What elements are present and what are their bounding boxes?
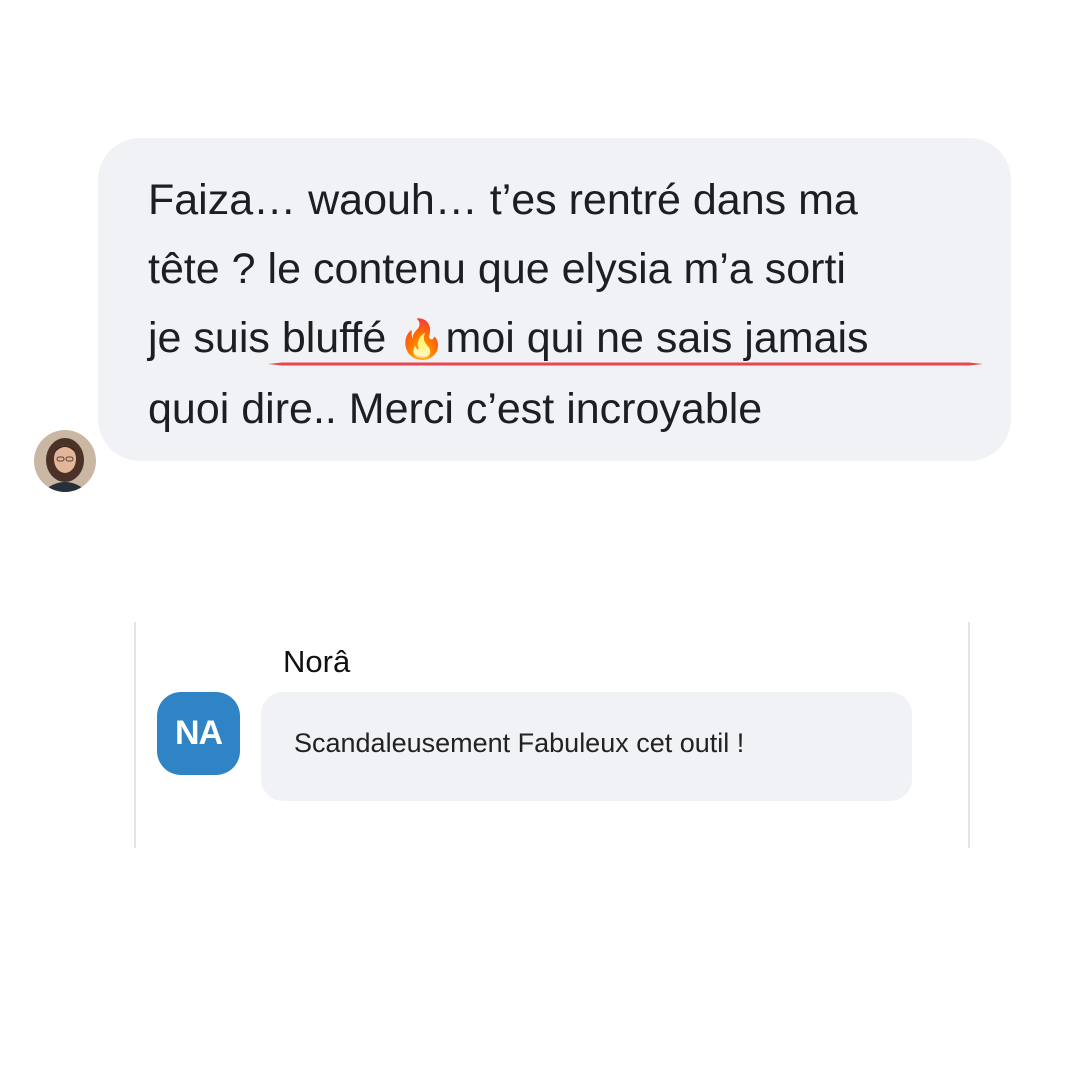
highlight-underline: [268, 362, 983, 366]
profile-photo-icon: [34, 430, 96, 492]
avatar[interactable]: NA: [157, 692, 240, 775]
sender-name: Norâ: [283, 644, 351, 679]
message-text: Scandaleusement Fabuleux cet outil !: [294, 728, 745, 758]
message-bubble: Faiza… waouh… t’es rentré dans ma tête ?…: [98, 138, 1011, 461]
message-line: tête ? le contenu que elysia m’a sorti: [148, 245, 846, 293]
message-line: Faiza… waouh… t’es rentré dans ma: [148, 176, 858, 224]
avatar[interactable]: [34, 430, 96, 492]
message-line: quoi dire.. Merci c’est incroyable: [148, 385, 763, 433]
message-line-part: je suis bluffé: [148, 314, 399, 362]
message-bubble: Scandaleusement Fabuleux cet outil !: [261, 692, 912, 801]
message-text: Faiza… waouh… t’es rentré dans ma tête ?…: [148, 166, 869, 444]
message-line-part: moi qui ne sais jamais: [445, 314, 869, 362]
fire-emoji-icon: 🔥: [398, 319, 446, 361]
